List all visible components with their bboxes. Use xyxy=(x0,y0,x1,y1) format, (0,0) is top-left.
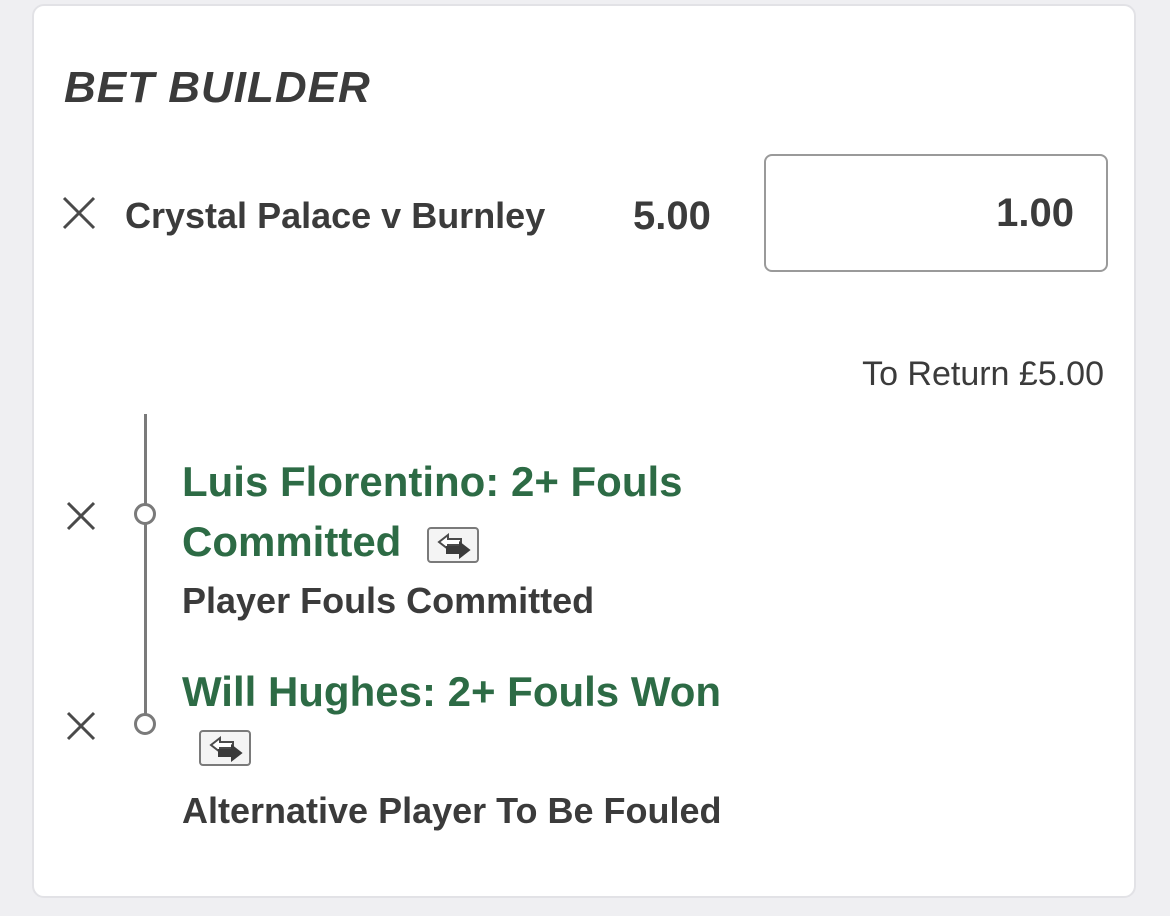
selection-title: Will Hughes: 2+ Fouls Won xyxy=(182,662,721,722)
swap-selection-button[interactable] xyxy=(199,730,251,766)
close-icon xyxy=(62,196,96,230)
market-name: Player Fouls Committed xyxy=(182,580,595,621)
swap-arrows-icon xyxy=(209,736,243,762)
timeline-dot xyxy=(134,713,156,735)
page-title: BET BUILDER xyxy=(64,63,371,112)
remove-bet-button[interactable] xyxy=(62,196,96,230)
selection-title: Committed xyxy=(182,512,480,572)
to-return-label: To Return £5.00 xyxy=(862,355,1104,393)
match-name: Crystal Palace v Burnley xyxy=(125,195,546,236)
selection-title-line: Will Hughes: 2+ Fouls Won xyxy=(182,668,722,715)
close-icon xyxy=(66,711,100,741)
bet-builder-card: BET BUILDER Crystal Palace v Burnley 5.0… xyxy=(32,4,1136,898)
swap-arrows-icon xyxy=(437,532,471,559)
close-icon xyxy=(66,501,100,531)
stake-input[interactable] xyxy=(764,154,1108,272)
bet-odds: 5.00 xyxy=(633,194,711,238)
selection-title: Luis Florentino: 2+ Fouls xyxy=(182,452,683,512)
market-name: Alternative Player To Be Fouled xyxy=(182,790,722,831)
selection-title-line: Luis Florentino: 2+ Fouls xyxy=(182,458,683,505)
swap-selection-button[interactable] xyxy=(427,526,480,563)
remove-selection-button[interactable] xyxy=(66,711,100,745)
remove-selection-button[interactable] xyxy=(66,501,100,535)
selection-timeline xyxy=(144,414,147,728)
selection-title-line: Committed xyxy=(182,518,402,565)
timeline-dot xyxy=(134,503,156,525)
